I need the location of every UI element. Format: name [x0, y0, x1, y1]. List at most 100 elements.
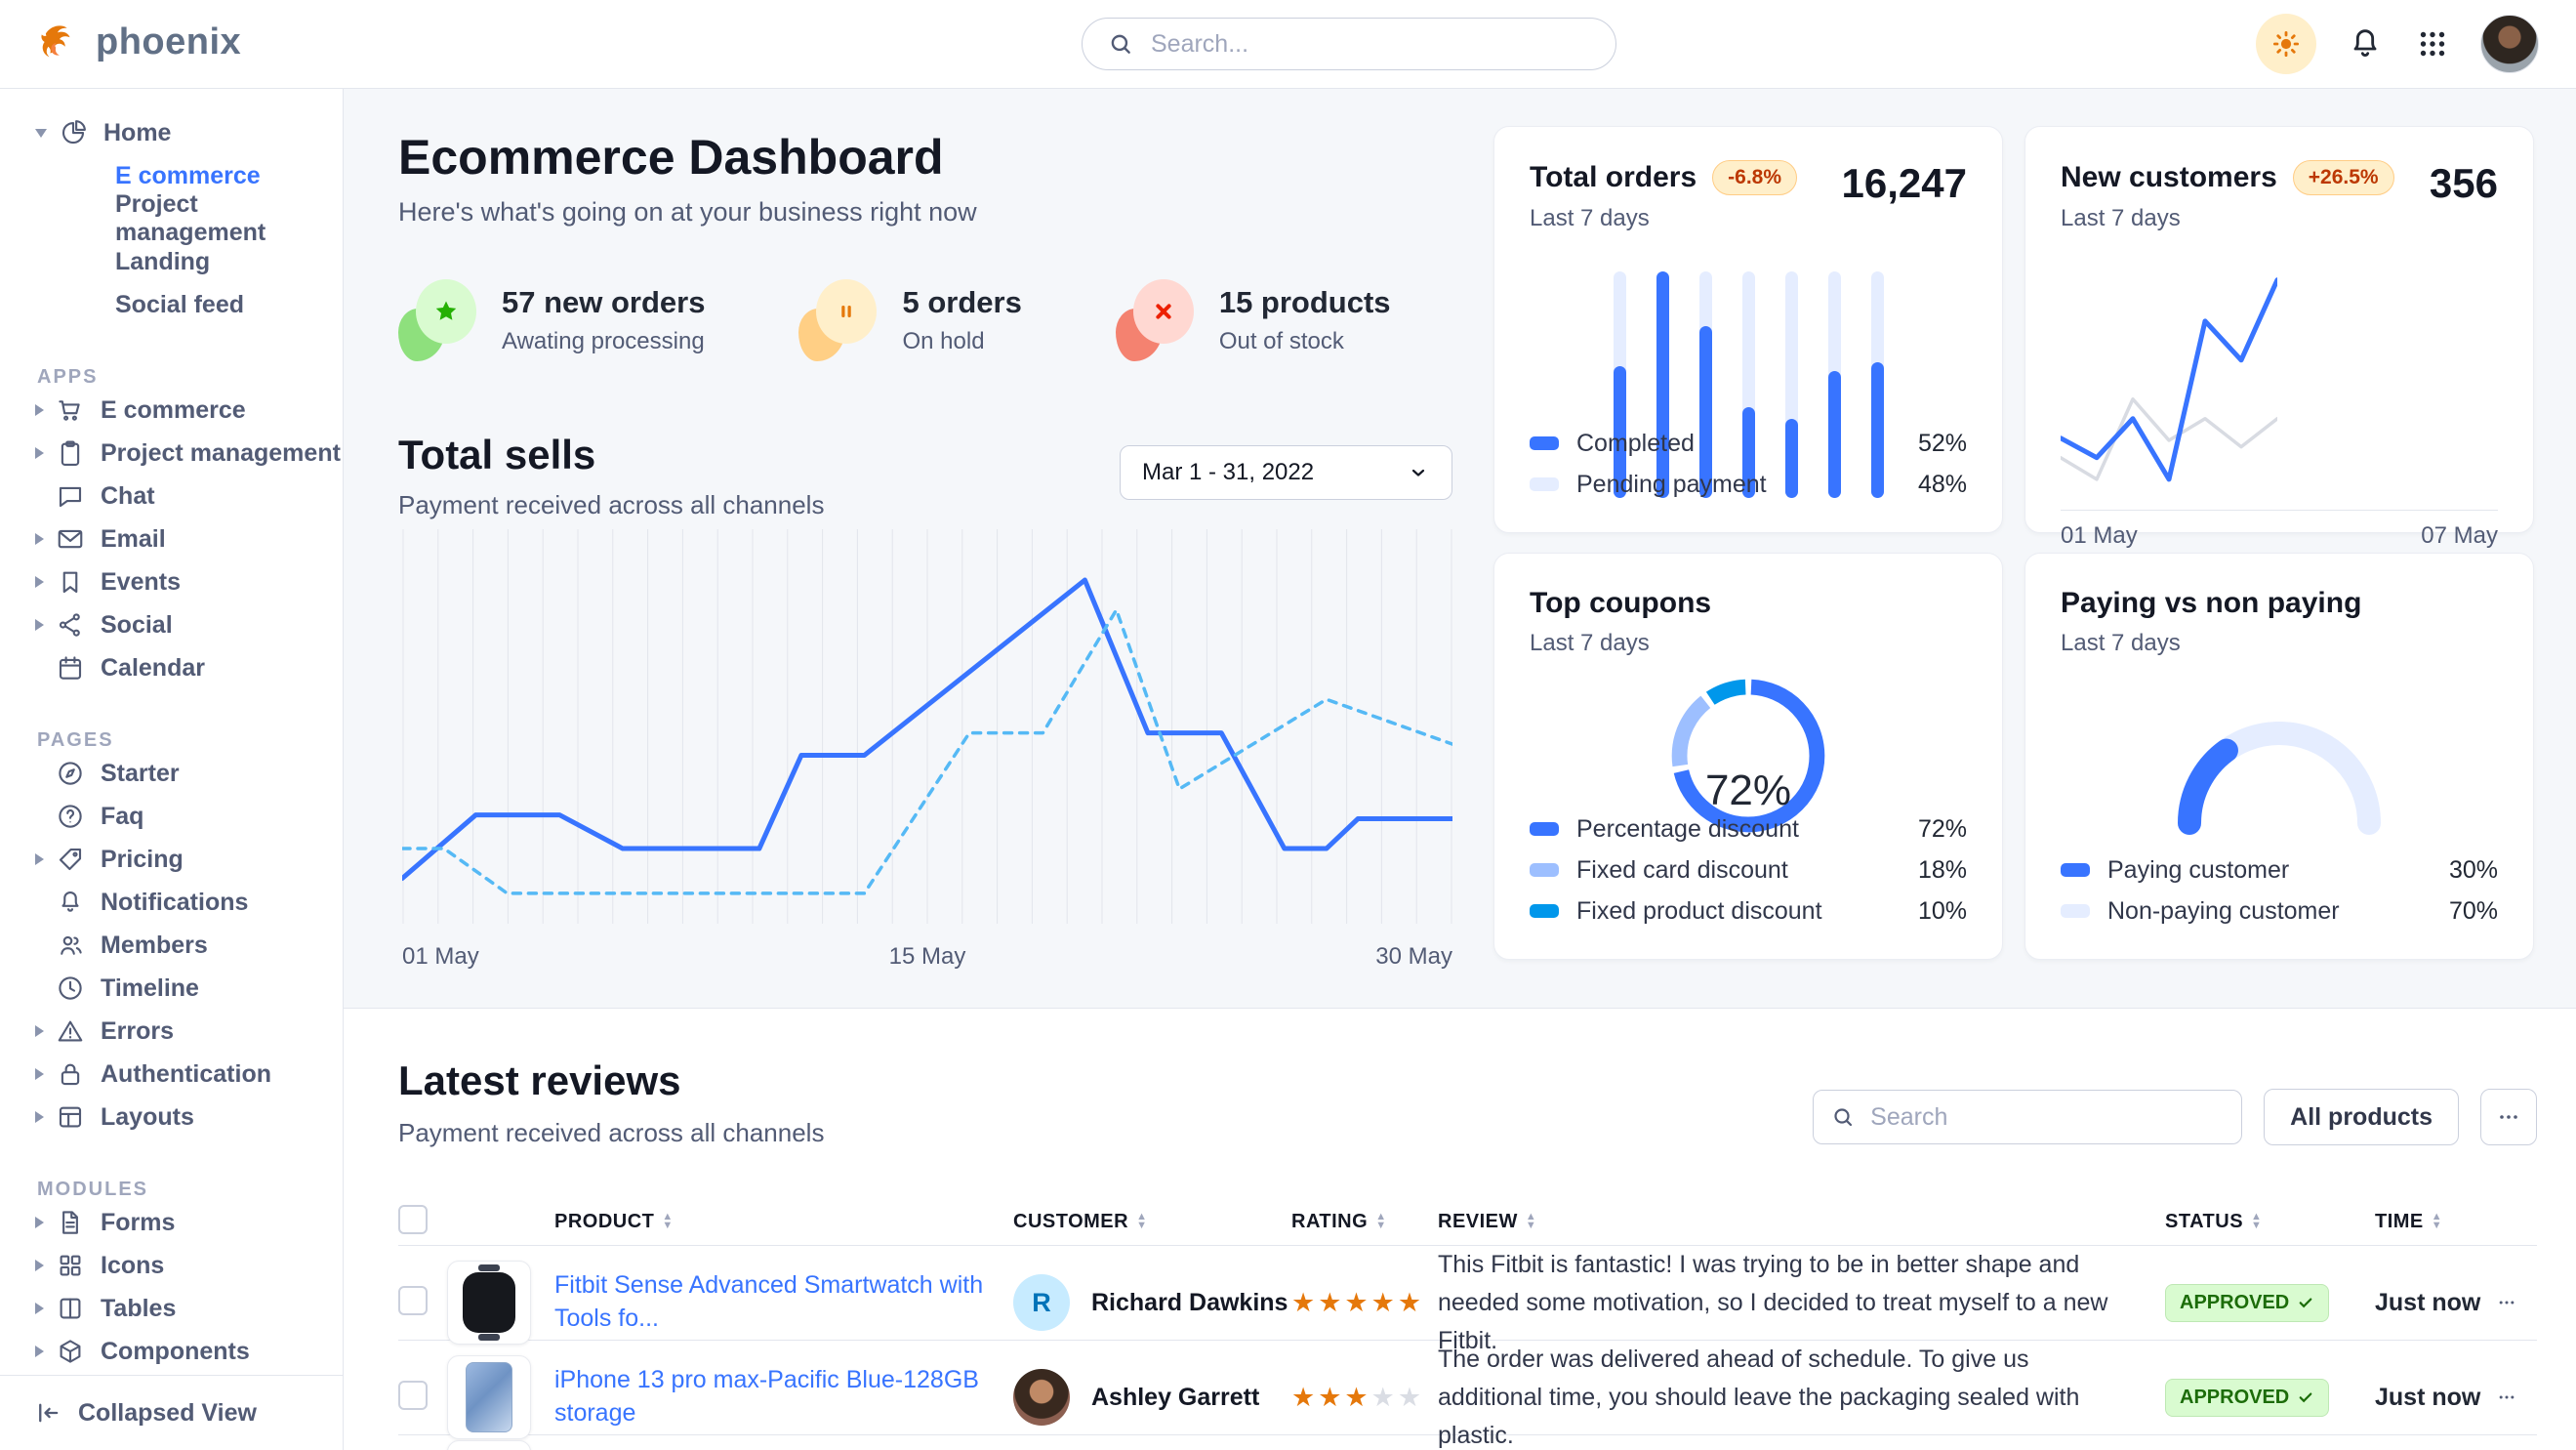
sidebar-item-icons[interactable]: Icons [0, 1244, 343, 1287]
customer-name: Richard Dawkins [1091, 1289, 1288, 1317]
legend-label: Paying customer [2107, 856, 2289, 885]
customer-avatar [1013, 1369, 1070, 1426]
stat-label: Out of stock [1219, 328, 1391, 355]
col-header-rating[interactable]: RATING▲▼ [1291, 1211, 1438, 1233]
latest-reviews-title: Latest reviews [398, 1057, 681, 1104]
sort-icon[interactable]: ▲▼ [1375, 1213, 1386, 1230]
sidebar-item-errors[interactable]: Errors [0, 1010, 343, 1053]
sidebar-item-layouts[interactable]: Layouts [0, 1096, 343, 1139]
sidebar-item-project-management[interactable]: Project management [0, 432, 343, 475]
legend-value: 52% [1918, 430, 1967, 458]
top-navbar: phoenix [0, 0, 2576, 89]
product-image[interactable] [447, 1440, 531, 1450]
sidebar-item-home[interactable]: Home [0, 111, 343, 154]
brand-logo[interactable]: phoenix [37, 20, 241, 64]
all-products-button[interactable]: All products [2264, 1089, 2459, 1145]
total-orders-legend: Completed52%Pending payment48% [1530, 423, 1967, 505]
sort-icon[interactable]: ▲▼ [1526, 1213, 1536, 1230]
sort-icon[interactable]: ▲▼ [1136, 1213, 1147, 1230]
stat-green: 57 new ordersAwating processing [398, 279, 705, 361]
sidebar-item-label: Layouts [101, 1103, 194, 1132]
col-header-customer[interactable]: CUSTOMER▲▼ [1013, 1211, 1291, 1233]
sort-icon[interactable]: ▲▼ [2251, 1213, 2262, 1230]
legend-row: Fixed product discount 10% [1530, 891, 1967, 932]
sidebar-item-components[interactable]: Components [0, 1330, 343, 1373]
legend-row: Fixed card discount18% [1530, 849, 1967, 891]
apps-menu-button[interactable] [2414, 25, 2451, 62]
sidebar-item-starter[interactable]: Starter [0, 752, 343, 795]
select-all-checkbox[interactable] [398, 1205, 428, 1234]
question-icon [56, 802, 85, 831]
global-search[interactable] [1082, 18, 1616, 70]
caret-right-icon [35, 1217, 44, 1228]
sidebar-item-chat[interactable]: Chat [0, 475, 343, 518]
sidebar-item-faq[interactable]: Faq [0, 795, 343, 838]
sidebar-nav: HomeE commerceProject managementLandingS… [0, 88, 344, 1450]
reviews-search-input[interactable] [1868, 1102, 2224, 1133]
product-link[interactable]: Fitbit Sense Advanced Smartwatch with To… [554, 1269, 1013, 1336]
sidebar-item-calendar[interactable]: Calendar [0, 646, 343, 689]
top-coupons-period: Last 7 days [1530, 630, 1967, 657]
theme-toggle-button[interactable] [2256, 14, 2316, 74]
row-checkbox[interactable] [398, 1286, 428, 1315]
col-header-product[interactable]: PRODUCT▲▼ [554, 1211, 1013, 1233]
sidebar-item-notifications[interactable]: Notifications [0, 881, 343, 924]
sidebar-item-tables[interactable]: Tables [0, 1287, 343, 1330]
paying-legend: Paying customer30%Non-paying customer70% [2061, 849, 2498, 932]
sidebar-item-email[interactable]: Email [0, 518, 343, 560]
table-header-row: PRODUCT▲▼CUSTOMER▲▼RATING▲▼REVIEW▲▼STATU… [398, 1198, 2537, 1246]
caret-right-icon [35, 619, 44, 631]
lock-icon [56, 1059, 85, 1089]
legend-swatch [1530, 477, 1559, 491]
sidebar-item-timeline[interactable]: Timeline [0, 967, 343, 1010]
col-header-review[interactable]: REVIEW▲▼ [1438, 1211, 2165, 1233]
col-header-time[interactable]: TIME▲▼ [2375, 1211, 2497, 1233]
product-image[interactable] [447, 1261, 531, 1345]
legend-value: 10% [1918, 897, 1967, 926]
sidebar-item-social[interactable]: Social [0, 603, 343, 646]
sidebar-item-e-commerce[interactable]: E commerce [0, 389, 343, 432]
sidebar-subitem-project-management[interactable]: Project management [0, 197, 343, 240]
sidebar-item-events[interactable]: Events [0, 560, 343, 603]
total-orders-badge: -6.8% [1712, 160, 1797, 195]
clipboard-icon [56, 438, 85, 468]
product-link[interactable]: iPhone 13 pro max-Pacific Blue-128GB sto… [554, 1364, 1013, 1430]
sidebar-item-authentication[interactable]: Authentication [0, 1053, 343, 1096]
more-options-button[interactable] [2480, 1089, 2537, 1145]
sort-icon[interactable]: ▲▼ [662, 1213, 673, 1230]
sort-icon[interactable]: ▲▼ [2432, 1213, 2442, 1230]
legend-label: Fixed product discount [1576, 897, 1822, 926]
sidebar-item-label: Notifications [101, 889, 248, 917]
sidebar-item-pricing[interactable]: Pricing [0, 838, 343, 881]
bell-icon [2346, 24, 2385, 63]
date-range-select[interactable]: Mar 1 - 31, 2022 [1120, 445, 1452, 500]
user-avatar[interactable] [2480, 15, 2539, 73]
sidebar-item-members[interactable]: Members [0, 924, 343, 967]
sidebar-item-label: Pricing [101, 846, 184, 874]
brand-name: phoenix [96, 21, 241, 63]
caret-right-icon [35, 447, 44, 459]
search-input[interactable] [1149, 29, 1590, 60]
notifications-button[interactable] [2346, 24, 2385, 63]
row-checkbox[interactable] [398, 1381, 428, 1410]
sidebar-subitem-social-feed[interactable]: Social feed [0, 283, 343, 326]
sidebar-item-label: Project management [101, 439, 341, 468]
customer-cell: Ashley Garrett [1013, 1369, 1291, 1426]
row-more-button[interactable] [2497, 1388, 2538, 1407]
users-icon [56, 931, 85, 960]
stat-value: 15 products [1219, 285, 1391, 320]
check-icon [2297, 1294, 2314, 1311]
col-header-status[interactable]: STATUS▲▼ [2165, 1211, 2375, 1233]
sidebar-item-label: E commerce [101, 396, 246, 425]
page-title: Ecommerce Dashboard [398, 129, 944, 186]
caret-right-icon [35, 1303, 44, 1314]
product-image[interactable] [447, 1355, 531, 1439]
sidebar-item-forms[interactable]: Forms [0, 1201, 343, 1244]
reviews-search[interactable] [1813, 1090, 2242, 1144]
columns-icon [56, 1294, 85, 1323]
review-time: Just now [2375, 1289, 2497, 1317]
new-customers-x-axis: 01 May07 May [2061, 510, 2498, 550]
new-customers-chart [2061, 273, 2277, 490]
row-more-button[interactable] [2497, 1293, 2538, 1312]
collapse-view-button[interactable]: Collapsed View [0, 1375, 343, 1450]
